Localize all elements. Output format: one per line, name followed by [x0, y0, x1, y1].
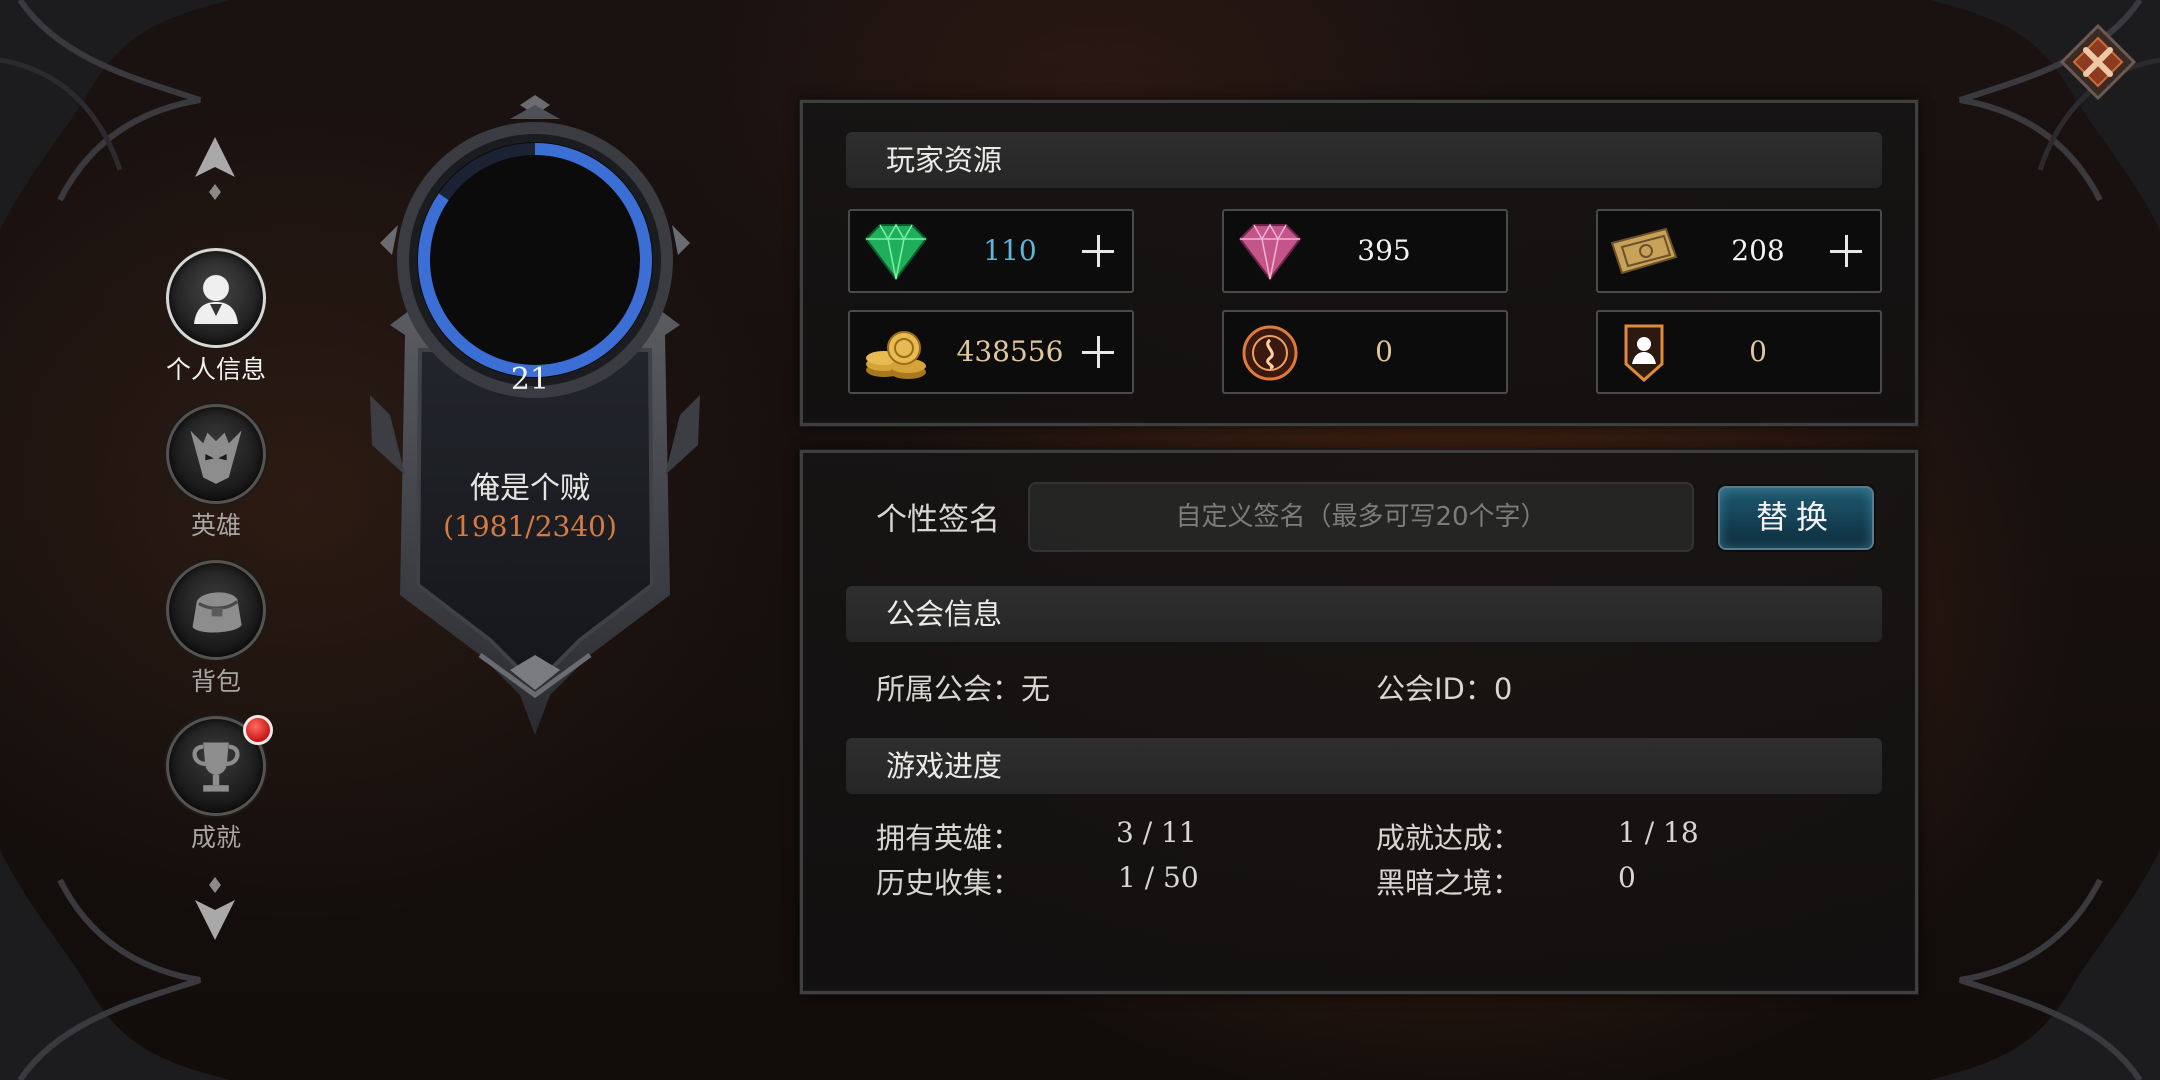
nav-icon-frame — [166, 560, 266, 660]
player-level: 21 — [510, 362, 550, 397]
resource-rune: 0 — [1222, 310, 1508, 394]
resource-value: 110 — [983, 234, 1037, 267]
nav-label: 个人信息 — [165, 355, 266, 384]
signature-input[interactable] — [1028, 482, 1694, 552]
notification-badge — [243, 715, 273, 745]
nav-icon-frame — [166, 715, 273, 816]
resource-value: 438556 — [956, 335, 1064, 368]
resource-value: 208 — [1731, 234, 1785, 267]
pink-diamond-icon — [1238, 223, 1302, 281]
nav-label: 背包 — [190, 667, 241, 696]
gold-coins-icon — [866, 331, 926, 379]
trophy-icon — [192, 742, 240, 792]
guild-title: 公会信息 — [846, 586, 1882, 642]
resource-hero-token: 0 — [1596, 310, 1882, 394]
nav-label: 英雄 — [190, 511, 241, 540]
stat-label-dark-realm: 黑暗之境： — [1376, 866, 1522, 900]
add-ticket-button[interactable] — [1820, 225, 1872, 277]
signature-label: 个性签名 — [876, 502, 1000, 538]
nav-label: 成就 — [190, 823, 241, 852]
corner-ornament-bottom-right — [1930, 850, 2160, 1080]
add-emerald-button[interactable] — [1072, 225, 1124, 277]
nav-item-heroes[interactable]: 英雄 — [148, 404, 284, 542]
nav-down-arrow[interactable] — [190, 875, 240, 945]
ticket-icon — [1610, 227, 1678, 275]
emerald-gem-icon — [864, 223, 928, 281]
stat-label-collection: 历史收集： — [876, 866, 1022, 900]
resource-emerald: 110 — [848, 209, 1134, 293]
close-button[interactable] — [2058, 22, 2138, 102]
resource-gold: 438556 — [848, 310, 1134, 394]
demon-helmet-icon — [190, 430, 242, 484]
replace-signature-button[interactable]: 替换 — [1718, 486, 1874, 550]
player-portrait — [360, 95, 710, 735]
nav-up-arrow[interactable] — [190, 132, 240, 202]
guild-id: 公会ID：0 — [1376, 672, 1513, 706]
nav-item-bag[interactable]: 背包 — [148, 560, 284, 698]
close-icon — [2059, 23, 2137, 101]
stat-value-achievements: 1 / 18 — [1618, 816, 1699, 849]
portrait-frame — [370, 95, 700, 735]
stat-label-achievements: 成就达成： — [1376, 821, 1522, 855]
nav-item-achievements[interactable]: 成就 — [148, 715, 284, 854]
stat-label-heroes: 拥有英雄： — [876, 821, 1022, 855]
progress-title: 游戏进度 — [846, 738, 1882, 794]
resource-value: 395 — [1357, 234, 1411, 267]
resources-title: 玩家资源 — [846, 132, 1882, 188]
stat-value-collection: 1 / 50 — [1118, 861, 1199, 894]
resource-pink-diamond: 395 — [1222, 209, 1508, 293]
resource-ticket: 208 — [1596, 209, 1882, 293]
resource-value: 0 — [1749, 335, 1767, 368]
stat-value-heroes: 3 / 11 — [1116, 816, 1197, 849]
nav-icon-frame — [166, 248, 266, 348]
arrow-down-icon — [195, 877, 235, 940]
player-exp: (1981/2340) — [443, 510, 617, 543]
nav-item-profile[interactable]: 个人信息 — [148, 248, 284, 386]
bag-icon — [192, 592, 242, 633]
resource-value: 0 — [1375, 335, 1393, 368]
rune-seal-icon — [1242, 325, 1298, 381]
stat-value-dark-realm: 0 — [1618, 861, 1636, 894]
hero-token-icon — [1624, 324, 1664, 383]
arrow-up-icon — [195, 137, 235, 200]
nav-icon-frame — [166, 404, 266, 504]
player-name: 俺是个贼 — [470, 471, 590, 506]
person-icon — [194, 275, 238, 324]
guild-name: 所属公会：无 — [876, 672, 1051, 706]
add-gold-button[interactable] — [1072, 326, 1124, 378]
